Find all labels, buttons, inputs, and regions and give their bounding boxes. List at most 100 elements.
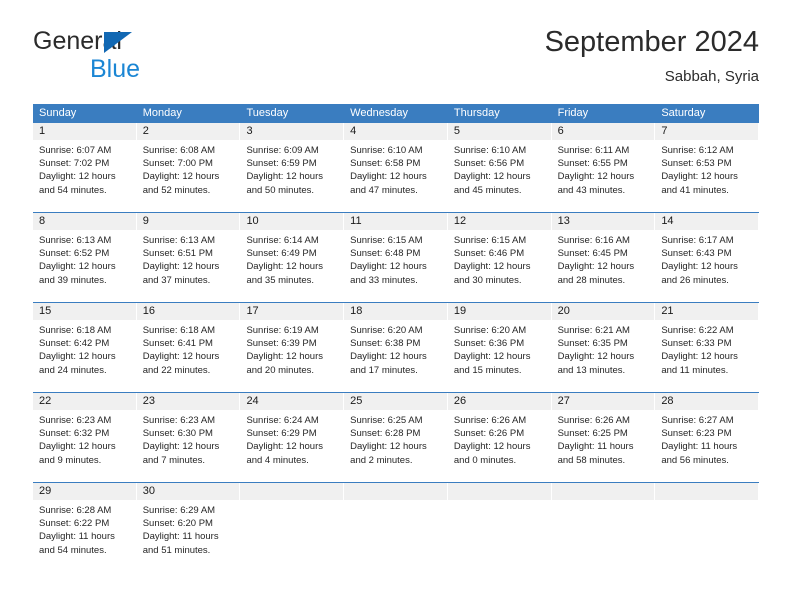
calendar-day-cell[interactable]: 25 Sunrise: 6:25 AM Sunset: 6:28 PM Dayl… — [344, 393, 448, 482]
day-number: 20 — [551, 303, 655, 320]
calendar-day-cell[interactable]: 4 Sunrise: 6:10 AM Sunset: 6:58 PM Dayli… — [344, 123, 448, 212]
calendar-day-cell[interactable]: 5 Sunrise: 6:10 AM Sunset: 6:56 PM Dayli… — [447, 123, 552, 212]
day-details: Sunrise: 6:09 AM Sunset: 6:59 PM Dayligh… — [240, 140, 343, 197]
general-blue-logo[interactable]: General Blue — [33, 26, 253, 86]
sunset-text: Sunset: 7:00 PM — [142, 158, 213, 170]
calendar-week-row: 15 Sunrise: 6:18 AM Sunset: 6:42 PM Dayl… — [33, 302, 760, 392]
day-number: 4 — [344, 123, 447, 140]
day-number — [447, 483, 551, 500]
sunset-text: Sunset: 6:20 PM — [142, 518, 213, 530]
day-number: 29 — [33, 483, 136, 500]
sunrise-text: Sunrise: 6:27 AM — [661, 415, 734, 426]
calendar-day-cell[interactable]: 12 Sunrise: 6:15 AM Sunset: 6:46 PM Dayl… — [447, 213, 552, 302]
day-details: Sunrise: 6:26 AM Sunset: 6:25 PM Dayligh… — [552, 410, 655, 467]
day-details: Sunrise: 6:07 AM Sunset: 7:02 PM Dayligh… — [33, 140, 136, 197]
daylight-text-line1: Daylight: 12 hours — [39, 351, 116, 363]
calendar-day-cell[interactable]: 18 Sunrise: 6:20 AM Sunset: 6:38 PM Dayl… — [344, 303, 448, 392]
calendar-day-cell[interactable]: 8 Sunrise: 6:13 AM Sunset: 6:52 PM Dayli… — [33, 213, 137, 302]
day-details: Sunrise: 6:23 AM Sunset: 6:30 PM Dayligh… — [137, 410, 240, 467]
calendar-day-cell[interactable]: 15 Sunrise: 6:18 AM Sunset: 6:42 PM Dayl… — [33, 303, 137, 392]
title-block: September 2024 Sabbah, Syria — [545, 24, 759, 88]
day-details: Sunrise: 6:10 AM Sunset: 6:56 PM Dayligh… — [448, 140, 551, 197]
day-details: Sunrise: 6:17 AM Sunset: 6:43 PM Dayligh… — [655, 230, 758, 287]
daylight-text-line1: Daylight: 12 hours — [246, 171, 324, 183]
sunrise-text: Sunrise: 6:14 AM — [246, 235, 319, 246]
day-number: 22 — [33, 393, 136, 410]
calendar-day-cell[interactable]: 28 Sunrise: 6:27 AM Sunset: 6:23 PM Dayl… — [655, 393, 760, 482]
daylight-text-line2: and 30 minutes. — [453, 274, 522, 286]
calendar-day-cell[interactable]: 24 Sunrise: 6:24 AM Sunset: 6:29 PM Dayl… — [240, 393, 345, 482]
day-details: Sunrise: 6:23 AM Sunset: 6:32 PM Dayligh… — [33, 410, 136, 467]
sunrise-text: Sunrise: 6:16 AM — [557, 235, 630, 246]
daylight-text-line2: and 15 minutes. — [453, 364, 522, 376]
calendar-day-cell[interactable]: 29 Sunrise: 6:28 AM Sunset: 6:22 PM Dayl… — [33, 483, 137, 572]
calendar-day-cell[interactable]: 22 Sunrise: 6:23 AM Sunset: 6:32 PM Dayl… — [33, 393, 137, 482]
daylight-text-line1: Daylight: 12 hours — [142, 351, 220, 363]
sunset-text: Sunset: 6:39 PM — [246, 338, 317, 350]
calendar-day-cell[interactable]: 23 Sunrise: 6:23 AM Sunset: 6:30 PM Dayl… — [136, 393, 241, 482]
calendar-day-cell[interactable]: 11 Sunrise: 6:15 AM Sunset: 6:48 PM Dayl… — [344, 213, 448, 302]
sunrise-text: Sunrise: 6:20 AM — [350, 325, 423, 336]
calendar-day-cell[interactable]: 21 Sunrise: 6:22 AM Sunset: 6:33 PM Dayl… — [655, 303, 760, 392]
day-number: 28 — [655, 393, 759, 410]
calendar-day-cell[interactable]: 7 Sunrise: 6:12 AM Sunset: 6:53 PM Dayli… — [655, 123, 760, 212]
sunset-text: Sunset: 6:22 PM — [39, 518, 110, 530]
day-number: 9 — [136, 213, 240, 230]
calendar-day-cell[interactable]: 9 Sunrise: 6:13 AM Sunset: 6:51 PM Dayli… — [136, 213, 241, 302]
sunrise-text: Sunrise: 6:26 AM — [453, 415, 527, 426]
day-number: 18 — [344, 303, 447, 320]
sunrise-text: Sunrise: 6:17 AM — [661, 235, 734, 246]
day-number: 8 — [33, 213, 136, 230]
daylight-text-line1: Daylight: 12 hours — [453, 441, 531, 453]
calendar-day-cell-empty — [551, 483, 656, 572]
calendar-day-cell[interactable]: 20 Sunrise: 6:21 AM Sunset: 6:35 PM Dayl… — [551, 303, 656, 392]
daylight-text-line2: and 54 minutes. — [39, 184, 107, 196]
calendar-day-cell[interactable]: 13 Sunrise: 6:16 AM Sunset: 6:45 PM Dayl… — [551, 213, 656, 302]
day-number — [655, 483, 759, 500]
sunrise-text: Sunrise: 6:13 AM — [39, 235, 112, 246]
daylight-text-line2: and 17 minutes. — [350, 364, 418, 376]
daylight-text-line2: and 20 minutes. — [246, 364, 315, 376]
calendar-day-cell[interactable]: 10 Sunrise: 6:14 AM Sunset: 6:49 PM Dayl… — [240, 213, 345, 302]
day-details: Sunrise: 6:20 AM Sunset: 6:38 PM Dayligh… — [344, 320, 447, 377]
day-details: Sunrise: 6:14 AM Sunset: 6:49 PM Dayligh… — [240, 230, 343, 287]
calendar-day-cell[interactable]: 30 Sunrise: 6:29 AM Sunset: 6:20 PM Dayl… — [136, 483, 241, 572]
calendar-day-cell[interactable]: 1 Sunrise: 6:07 AM Sunset: 7:02 PM Dayli… — [33, 123, 137, 212]
daylight-text-line1: Daylight: 11 hours — [557, 441, 634, 453]
sunrise-text: Sunrise: 6:20 AM — [453, 325, 527, 336]
calendar-grid: Sunday Monday Tuesday Wednesday Thursday… — [33, 104, 760, 572]
daylight-text-line2: and 11 minutes. — [661, 364, 729, 376]
daylight-text-line1: Daylight: 12 hours — [350, 261, 427, 273]
day-number: 27 — [551, 393, 655, 410]
day-details: Sunrise: 6:26 AM Sunset: 6:26 PM Dayligh… — [448, 410, 551, 467]
daylight-text-line1: Daylight: 12 hours — [661, 171, 738, 183]
calendar-day-cell[interactable]: 19 Sunrise: 6:20 AM Sunset: 6:36 PM Dayl… — [447, 303, 552, 392]
day-number: 15 — [33, 303, 136, 320]
daylight-text-line2: and 51 minutes. — [142, 544, 211, 556]
sunrise-text: Sunrise: 6:15 AM — [453, 235, 527, 246]
sunrise-text: Sunrise: 6:22 AM — [661, 325, 734, 336]
day-number: 25 — [344, 393, 447, 410]
day-number: 17 — [240, 303, 344, 320]
calendar-day-cell[interactable]: 3 Sunrise: 6:09 AM Sunset: 6:59 PM Dayli… — [240, 123, 345, 212]
calendar-day-cell[interactable]: 27 Sunrise: 6:26 AM Sunset: 6:25 PM Dayl… — [551, 393, 656, 482]
calendar-day-cell[interactable]: 16 Sunrise: 6:18 AM Sunset: 6:41 PM Dayl… — [136, 303, 241, 392]
daylight-text-line2: and 35 minutes. — [246, 274, 315, 286]
day-details: Sunrise: 6:28 AM Sunset: 6:22 PM Dayligh… — [33, 500, 136, 557]
day-number: 23 — [136, 393, 240, 410]
calendar-day-cell[interactable]: 2 Sunrise: 6:08 AM Sunset: 7:00 PM Dayli… — [136, 123, 241, 212]
sunset-text: Sunset: 6:28 PM — [350, 428, 421, 440]
daylight-text-line1: Daylight: 12 hours — [661, 261, 738, 273]
calendar-day-cell[interactable]: 14 Sunrise: 6:17 AM Sunset: 6:43 PM Dayl… — [655, 213, 760, 302]
day-number: 2 — [136, 123, 240, 140]
calendar-day-cell[interactable]: 6 Sunrise: 6:11 AM Sunset: 6:55 PM Dayli… — [551, 123, 656, 212]
sunrise-text: Sunrise: 6:18 AM — [39, 325, 112, 336]
calendar-day-cell-empty — [240, 483, 345, 572]
sunrise-text: Sunrise: 6:18 AM — [142, 325, 216, 336]
calendar-day-cell[interactable]: 17 Sunrise: 6:19 AM Sunset: 6:39 PM Dayl… — [240, 303, 345, 392]
sunrise-text: Sunrise: 6:09 AM — [246, 145, 319, 156]
daylight-text-line2: and 13 minutes. — [557, 364, 626, 376]
sunrise-text: Sunrise: 6:11 AM — [557, 145, 630, 156]
sunrise-text: Sunrise: 6:29 AM — [142, 505, 216, 516]
calendar-day-cell[interactable]: 26 Sunrise: 6:26 AM Sunset: 6:26 PM Dayl… — [447, 393, 552, 482]
